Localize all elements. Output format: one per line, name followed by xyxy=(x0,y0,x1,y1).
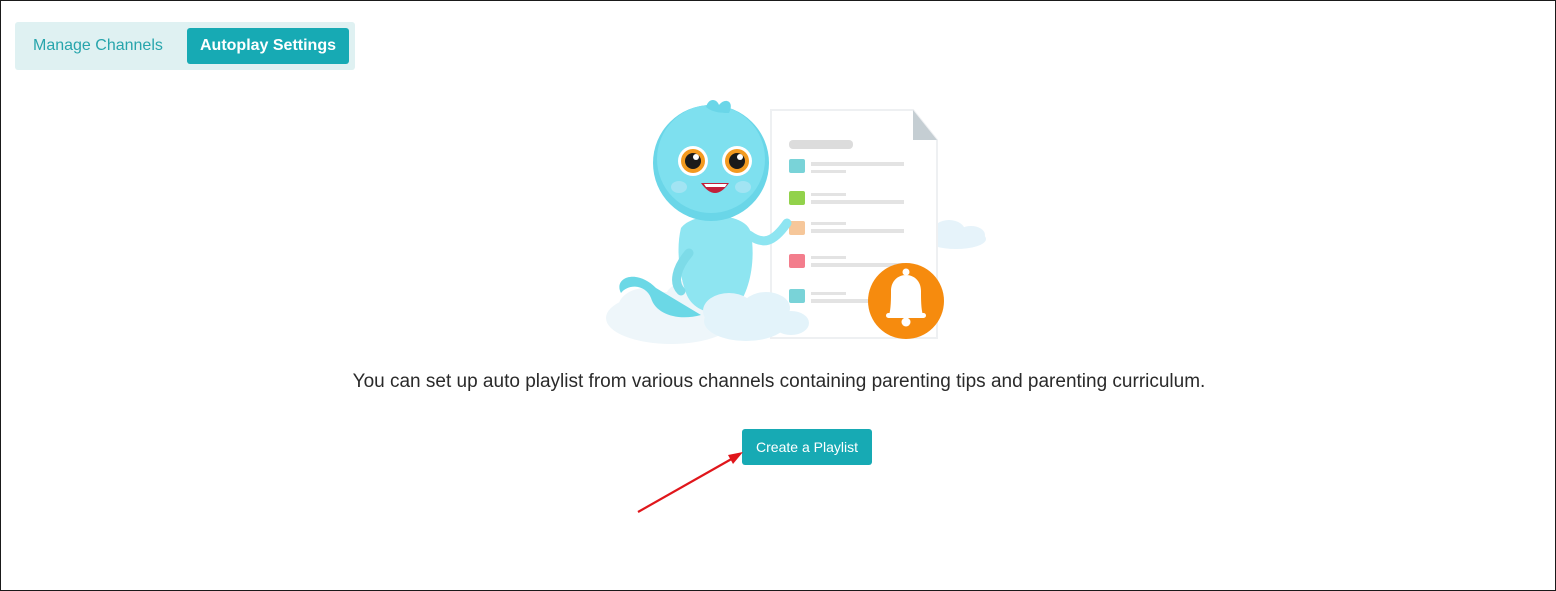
tab-manage-channels[interactable]: Manage Channels xyxy=(33,28,163,64)
annotation-arrow-icon xyxy=(637,452,743,513)
tab-bar: Manage Channels Autoplay Settings xyxy=(15,22,355,70)
bell-icon xyxy=(868,263,944,339)
tab-autoplay-settings[interactable]: Autoplay Settings xyxy=(187,28,349,64)
empty-state-message: You can set up auto playlist from variou… xyxy=(352,371,1206,392)
page-frame: Manage Channels Autoplay Settings You ca… xyxy=(0,0,1556,591)
mascot-icon xyxy=(619,100,792,318)
create-playlist-button[interactable]: Create a Playlist xyxy=(742,429,872,465)
empty-state-illustration xyxy=(606,100,986,344)
